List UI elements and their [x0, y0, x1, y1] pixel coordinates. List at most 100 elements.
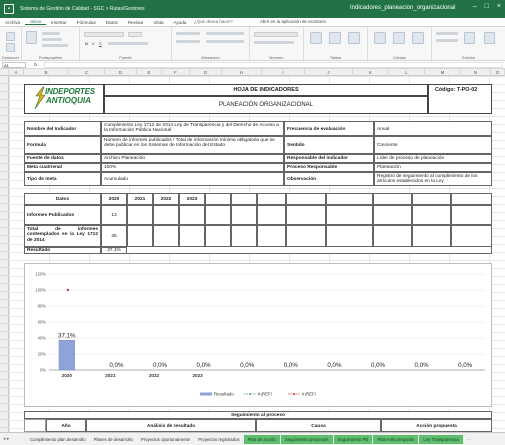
row-header[interactable]: [0, 76, 9, 84]
tab-vista[interactable]: Vista: [148, 20, 168, 25]
empty-cell[interactable]: [179, 205, 205, 225]
column-header[interactable]: M: [425, 69, 461, 76]
column-header[interactable]: C: [69, 69, 105, 76]
conditional-format-icon[interactable]: [310, 32, 322, 44]
tab-datos[interactable]: Datos: [101, 20, 123, 25]
row-header[interactable]: [0, 140, 9, 148]
row-header[interactable]: [0, 420, 9, 428]
empty-cell[interactable]: [153, 205, 179, 225]
row-header[interactable]: [0, 172, 9, 180]
row-header[interactable]: [0, 348, 9, 356]
row-header[interactable]: [0, 84, 9, 92]
sheet-tab[interactable]: Ley Transparencia: [419, 434, 463, 444]
row-header[interactable]: [0, 212, 9, 220]
row-header[interactable]: [0, 268, 9, 276]
row-header[interactable]: [0, 124, 9, 132]
row-header[interactable]: [0, 396, 9, 404]
maximize-icon[interactable]: □: [485, 3, 489, 10]
fx-icon[interactable]: fx: [34, 62, 38, 67]
column-header[interactable]: D: [105, 69, 137, 76]
open-desktop-button[interactable]: Abrir en la aplicación de escritorio: [260, 19, 326, 24]
tab-revisar[interactable]: Revisar: [123, 20, 149, 25]
delete-cells-icon[interactable]: [393, 32, 405, 44]
empty-cell[interactable]: [127, 205, 153, 225]
column-header[interactable]: L: [389, 69, 425, 76]
sheet-tab[interactable]: Proyectos registrados: [194, 435, 244, 444]
row-header[interactable]: [0, 372, 9, 380]
row-header[interactable]: [0, 284, 9, 292]
row-header[interactable]: [0, 180, 9, 188]
column-header[interactable]: G: [190, 69, 222, 76]
row-header[interactable]: [0, 388, 9, 396]
row-header[interactable]: [0, 380, 9, 388]
row-header[interactable]: [0, 196, 9, 204]
row-header[interactable]: [0, 324, 9, 332]
row-header[interactable]: [0, 148, 9, 156]
row-header[interactable]: [0, 244, 9, 252]
row-header[interactable]: [0, 156, 9, 164]
row-header[interactable]: [0, 236, 9, 244]
paste-icon[interactable]: [26, 31, 37, 44]
row-header[interactable]: [0, 340, 9, 348]
row-header[interactable]: [0, 228, 9, 236]
row-header[interactable]: [0, 300, 9, 308]
row-header[interactable]: [0, 100, 9, 108]
format-cells-icon[interactable]: [412, 32, 424, 44]
bold-icon[interactable]: N: [85, 41, 88, 46]
column-header[interactable]: J: [305, 69, 353, 76]
sheet-tab[interactable]: Seguimiento PE: [333, 434, 373, 444]
column-header[interactable]: K: [353, 69, 389, 76]
tab-archivo[interactable]: Archivo: [0, 20, 25, 25]
formula-input[interactable]: [44, 62, 503, 68]
column-header[interactable]: I: [262, 69, 305, 76]
sheet-tab[interactable]: Proyectos oportunamente: [137, 435, 194, 444]
column-header[interactable]: E: [137, 69, 162, 76]
empty-cell[interactable]: [179, 225, 205, 247]
row-header[interactable]: [0, 108, 9, 116]
results-chart[interactable]: 0% 20% 40% 60% 80% 100% 120% 37,1% 2020 0,0% 2021 0…: [24, 263, 492, 407]
row-header[interactable]: [0, 316, 9, 324]
row-header[interactable]: [0, 252, 9, 260]
row-header[interactable]: [0, 276, 9, 284]
row-header[interactable]: [0, 260, 9, 268]
row-header[interactable]: [0, 364, 9, 372]
redo-icon[interactable]: [6, 43, 15, 52]
row-header[interactable]: [0, 332, 9, 340]
sheet-tab[interactable]: Planes de desarrollo: [90, 435, 137, 444]
row-header[interactable]: [0, 292, 9, 300]
sheet-tab[interactable]: Seguimiento proyectos: [280, 434, 333, 444]
row-header[interactable]: [0, 132, 9, 140]
more-tabs-icon[interactable]: ···: [464, 437, 475, 442]
column-header[interactable]: B: [24, 69, 69, 76]
column-header[interactable]: A: [9, 69, 24, 76]
tab-inicio[interactable]: Inicio: [25, 19, 47, 25]
italic-icon[interactable]: K: [92, 41, 95, 46]
find-icon[interactable]: [484, 32, 495, 44]
format-table-icon[interactable]: [329, 32, 341, 44]
tab-formulas[interactable]: Fórmulas: [72, 20, 101, 25]
row-header[interactable]: [0, 308, 9, 316]
tab-insertar[interactable]: Insertar: [46, 20, 72, 25]
insert-cells-icon[interactable]: [374, 32, 386, 44]
row-header[interactable]: [0, 188, 9, 196]
column-header[interactable]: F: [162, 69, 190, 76]
row-header[interactable]: [0, 220, 9, 228]
column-header[interactable]: H: [222, 69, 262, 76]
row-value[interactable]: 13: [101, 205, 127, 225]
tab-ayuda[interactable]: Ayuda: [169, 20, 192, 25]
select-all-corner[interactable]: [0, 69, 9, 76]
sheet-tab[interactable]: Cumplimiento plan desarrollo: [26, 435, 90, 444]
column-header[interactable]: N: [461, 69, 491, 76]
cell-styles-icon[interactable]: [348, 32, 360, 44]
row-header[interactable]: [0, 356, 9, 364]
row-value[interactable]: 35: [101, 225, 127, 247]
name-box[interactable]: A1: [2, 62, 26, 68]
save-icon[interactable]: ▪: [4, 4, 14, 14]
row-header[interactable]: [0, 164, 9, 172]
sheet-tab[interactable]: Plan Anticorrupción: [373, 434, 419, 444]
column-header[interactable]: O: [491, 69, 505, 76]
sheet-tab[interactable]: Plan de acción: [243, 434, 280, 444]
row-header[interactable]: [0, 92, 9, 100]
underline-icon[interactable]: S: [99, 41, 102, 46]
row-header[interactable]: [0, 116, 9, 124]
